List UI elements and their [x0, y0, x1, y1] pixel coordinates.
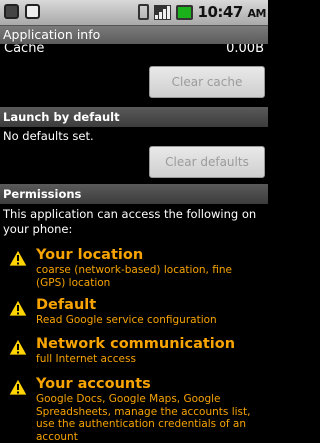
permission-title: Default: [36, 297, 97, 313]
phone-icon: [137, 4, 149, 20]
permission-detail: Google Docs, Google Maps, Google Spreads…: [36, 393, 251, 443]
cache-label: Cache: [4, 44, 45, 56]
permission-detail: coarse (network-based) location, fine (G…: [36, 264, 232, 289]
permission-title: Your accounts: [36, 376, 151, 392]
permission-detail: Read Google service configuration: [36, 314, 217, 326]
permission-item-accounts[interactable]: Your accounts Google Docs, Google Maps, …: [0, 375, 268, 443]
clear-defaults-button[interactable]: Clear defaults: [149, 146, 265, 178]
permission-title: Your location: [36, 247, 144, 263]
permission-title: Network communication: [36, 336, 236, 352]
no-defaults-message: No defaults set.: [3, 129, 94, 143]
status-bar: 10:47 AM: [0, 0, 268, 26]
status-bar-notifications: [4, 4, 40, 19]
cache-value: 0.00B: [226, 44, 264, 56]
notification-box-icon: [25, 4, 40, 19]
status-bar-system: 10:47 AM: [137, 3, 267, 21]
warning-icon: [8, 249, 28, 267]
permission-item-location[interactable]: Your location coarse (network-based) loc…: [0, 246, 268, 293]
battery-icon: [175, 4, 193, 20]
permission-item-default[interactable]: Default Read Google service configuratio…: [0, 296, 268, 330]
page-title: Application info: [3, 27, 101, 42]
permissions-intro: This application can access the followin…: [3, 207, 257, 236]
warning-icon: [8, 299, 28, 317]
status-time-value: 10:47: [197, 3, 244, 21]
warning-icon: [8, 378, 28, 396]
signal-icon: [153, 4, 171, 20]
permission-item-network[interactable]: Network communication full Internet acce…: [0, 335, 268, 369]
warning-icon: [8, 338, 28, 356]
permission-detail: full Internet access: [36, 353, 136, 365]
section-header-permissions: Permissions: [0, 184, 268, 204]
title-bar: Application info: [0, 26, 268, 44]
usb-debug-icon: [4, 4, 19, 19]
status-time: 10:47 AM: [197, 3, 267, 21]
clear-cache-button[interactable]: Clear cache: [149, 66, 265, 98]
status-time-suffix: AM: [247, 7, 267, 20]
section-header-launch-by-default: Launch by default: [0, 107, 268, 127]
cache-row: Cache 0.00B: [0, 44, 268, 65]
